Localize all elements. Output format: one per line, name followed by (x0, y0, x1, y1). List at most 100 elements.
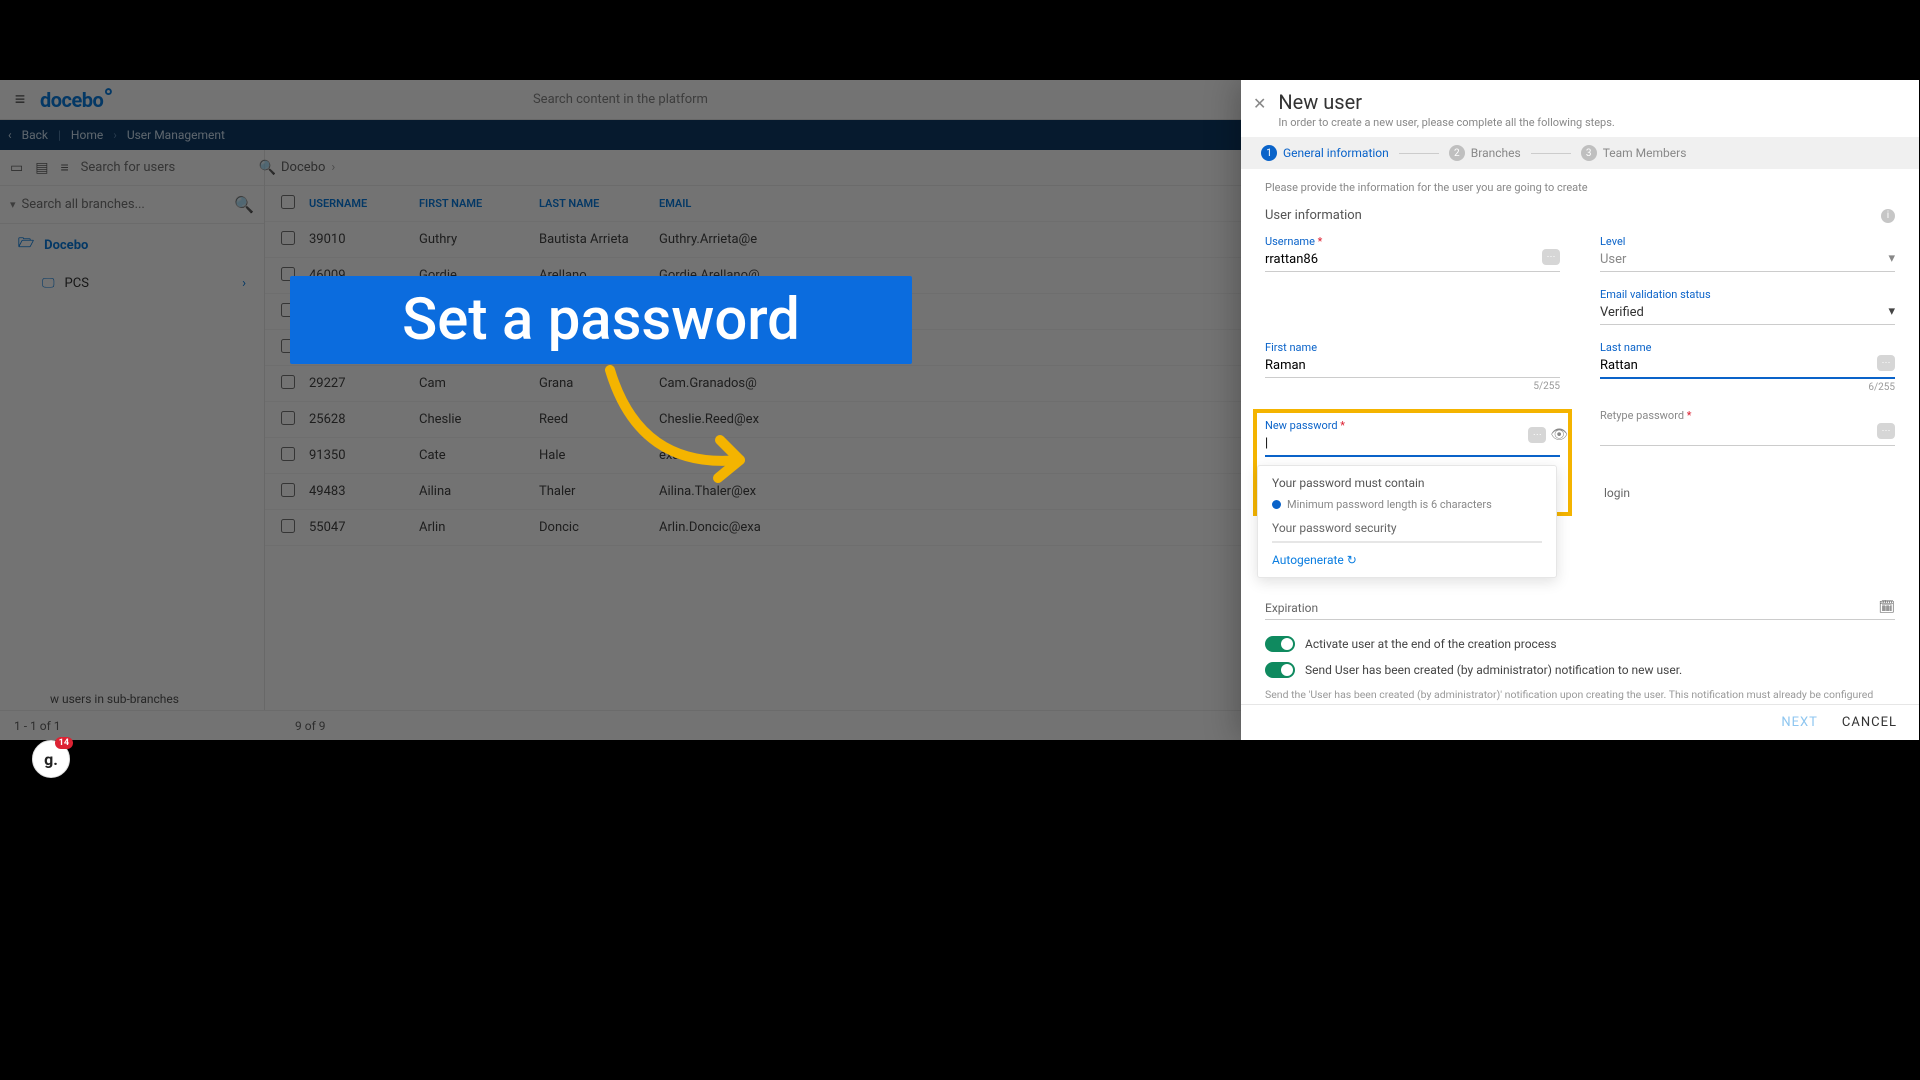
panel-title: New user (1278, 90, 1614, 114)
keypad-icon[interactable]: ⋯ (1528, 427, 1546, 443)
chevron-right-icon[interactable]: › (242, 276, 246, 291)
eye-icon[interactable]: 👁 (1550, 427, 1568, 443)
field-label: Email validation status (1600, 288, 1711, 301)
panel-subtitle: In order to create a new user, please co… (1278, 116, 1614, 129)
callout-banner: Set a password (290, 276, 912, 364)
cell-firstname: Ailina (419, 484, 539, 499)
calendar-icon[interactable]: 🗓 (1878, 600, 1895, 615)
cell-username: 91350 (309, 448, 419, 463)
field-expiration[interactable]: Expiration 🗓 (1265, 596, 1895, 620)
filter-icon[interactable]: ≡ (60, 159, 68, 176)
footer-bar: 1 - 1 of 1 9 of 9 (0, 710, 1456, 740)
hamburger-icon[interactable]: ≡ (0, 89, 40, 110)
bullet-icon (1272, 500, 1281, 509)
collapse-icon[interactable]: ▾ (10, 198, 16, 211)
new-user-panel: ✕ New user In order to create a new user… (1241, 80, 1919, 740)
select-all-checkbox[interactable] (281, 195, 295, 209)
col-username[interactable]: USERNAME (309, 197, 419, 210)
cell-username: 49483 (309, 484, 419, 499)
top-header: ≡ docebo° Search content in the platform (0, 80, 1456, 120)
step-general[interactable]: 1General information (1261, 145, 1389, 161)
desktop-icon: 🖵 (42, 276, 55, 291)
step-label: Team Members (1603, 146, 1687, 160)
login-suffix: login (1604, 486, 1895, 500)
field-retype-password: Retype password * ⋯ login (1600, 409, 1895, 500)
field-first-name: First name 5/255 (1265, 341, 1560, 393)
sidebar: ▭ ▤ ≡ 🔍 ▾ 🔍 🗁 Docebo 🖵 PCS › (0, 150, 265, 710)
field-new-password: New password * ⋯ 👁 Your password must co… (1253, 409, 1572, 516)
field-email-status: Email validation status Verified ▾ (1600, 288, 1895, 325)
branch-label: Docebo (44, 238, 88, 253)
keypad-icon[interactable]: ⋯ (1877, 355, 1895, 371)
col-firstname[interactable]: FIRST NAME (419, 197, 539, 210)
row-checkbox[interactable] (281, 375, 295, 389)
sub-branches-note: w users in sub-branches (50, 692, 179, 706)
crumb-docebo[interactable]: Docebo (281, 160, 325, 175)
cell-firstname: Cam (419, 376, 539, 391)
floating-badge[interactable]: g. 14 (32, 740, 70, 778)
chevron-down-icon[interactable]: ▾ (1888, 304, 1895, 319)
cell-username: 25628 (309, 412, 419, 427)
branch-pcs[interactable]: 🖵 PCS › (0, 266, 264, 301)
branch-search-row: ▾ 🔍 (0, 186, 264, 224)
search-users-input[interactable] (81, 160, 247, 175)
close-icon[interactable]: ✕ (1253, 90, 1266, 129)
row-checkbox[interactable] (281, 411, 295, 425)
new-password-input[interactable] (1265, 432, 1560, 457)
email-status-select[interactable]: Verified (1600, 301, 1895, 325)
row-checkbox[interactable] (281, 447, 295, 461)
cell-firstname: Cheslie (419, 412, 539, 427)
level-select[interactable]: User (1600, 248, 1895, 272)
back-link[interactable]: Back (22, 128, 48, 142)
toggle-switch[interactable] (1265, 662, 1295, 678)
retype-password-input[interactable] (1600, 422, 1895, 446)
toggle-activate[interactable]: Activate user at the end of the creation… (1265, 636, 1895, 652)
step-label: General information (1283, 146, 1389, 160)
keypad-icon[interactable]: ⋯ (1542, 249, 1560, 265)
back-chevron-icon[interactable]: ‹ (8, 128, 12, 142)
search-icon[interactable]: 🔍 (234, 195, 254, 214)
autogenerate-text: Autogenerate (1272, 553, 1344, 567)
keypad-icon[interactable]: ⋯ (1877, 423, 1895, 439)
step-team[interactable]: 3Team Members (1581, 145, 1687, 161)
field-label: New password (1265, 419, 1338, 432)
cell-firstname: Cate (419, 448, 539, 463)
step-divider (1399, 153, 1439, 154)
info-icon[interactable]: i (1881, 209, 1895, 223)
password-rules-popover: Your password must contain Minimum passw… (1257, 465, 1557, 578)
branch-label: PCS (65, 276, 89, 291)
field-username: Username * ⋯ (1265, 235, 1560, 272)
cell-lastname: Bautista Arrieta (539, 232, 659, 247)
username-input[interactable] (1265, 248, 1560, 272)
cancel-button[interactable]: CANCEL (1842, 715, 1897, 730)
row-count: 9 of 9 (295, 719, 325, 733)
crumb-home[interactable]: Home (71, 128, 103, 142)
list-icon[interactable]: ▤ (35, 160, 48, 176)
step-label: Branches (1471, 146, 1521, 160)
search-branches-input[interactable] (22, 197, 235, 212)
panel-hint: Please provide the information for the u… (1265, 181, 1895, 194)
autogenerate-link[interactable]: Autogenerate ↻ (1272, 553, 1542, 567)
char-counter: 6/255 (1600, 382, 1895, 393)
toggle-label: Activate user at the end of the creation… (1305, 637, 1557, 651)
cell-firstname: Guthry (419, 232, 539, 247)
next-button[interactable]: NEXT (1781, 715, 1818, 730)
folder-icon[interactable]: ▭ (10, 160, 23, 176)
last-name-input[interactable] (1600, 354, 1895, 379)
row-checkbox[interactable] (281, 519, 295, 533)
callout-arrow-icon (580, 360, 780, 510)
refresh-icon: ↻ (1347, 553, 1357, 567)
first-name-input[interactable] (1265, 354, 1560, 378)
toggle-notify[interactable]: Send User has been created (by administr… (1265, 662, 1895, 678)
chevron-down-icon[interactable]: ▾ (1888, 251, 1895, 266)
step-branches[interactable]: 2Branches (1449, 145, 1521, 161)
global-search-placeholder[interactable]: Search content in the platform (533, 92, 708, 107)
chevron-right-icon: › (331, 160, 335, 175)
sidebar-toolbar: ▭ ▤ ≡ 🔍 (0, 150, 264, 186)
row-checkbox[interactable] (281, 483, 295, 497)
col-lastname[interactable]: LAST NAME (539, 197, 659, 210)
logo[interactable]: docebo° (40, 88, 113, 112)
branch-docebo[interactable]: 🗁 Docebo (0, 224, 264, 266)
toggle-switch[interactable] (1265, 636, 1295, 652)
row-checkbox[interactable] (281, 231, 295, 245)
